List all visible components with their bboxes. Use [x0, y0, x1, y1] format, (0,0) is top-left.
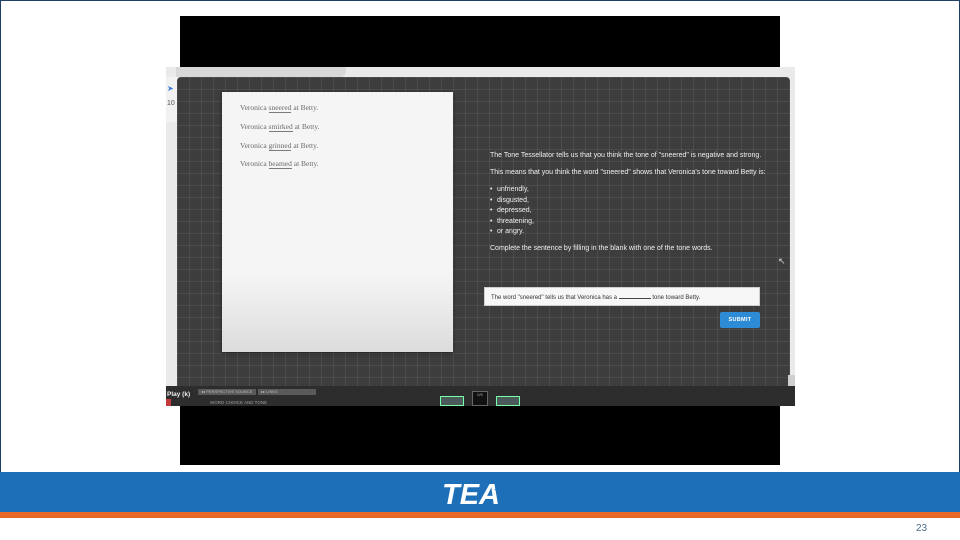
mouse-cursor-icon: ↖ [778, 256, 786, 266]
tone-item: or angry. [490, 227, 770, 238]
prompt-paragraph-1: The Tone Tessellator tells us that you t… [490, 152, 762, 159]
lesson-title: WORD CHOICE AND TONE [210, 400, 268, 405]
record-indicator-icon [166, 399, 171, 406]
tea-logo-text: TEA [442, 479, 500, 508]
prompt-area: The Tone Tessellator tells us that you t… [490, 151, 770, 261]
answer-sentence-box: The word "sneered" tells us that Veronic… [484, 287, 760, 306]
play-button[interactable]: Play (k) [167, 391, 190, 398]
prompt-paragraph-3: Complete the sentence by filling in the … [490, 244, 713, 252]
passage-verb[interactable]: smirked [268, 122, 293, 132]
passage-line: Veronica beamed at Betty. [240, 159, 319, 169]
tone-item: disgusted, [490, 196, 770, 207]
answer-sentence: The word "sneered" tells us that Veronic… [491, 293, 701, 301]
left-toolbar-number: 10 [167, 100, 175, 107]
tone-item: depressed, [490, 206, 770, 217]
passage-line: Veronica smirked at Betty. [240, 122, 320, 132]
page-number: 23 [916, 523, 928, 534]
app-top-tab [176, 67, 346, 77]
tab-links[interactable]: ▸▸ LINKS [258, 389, 316, 395]
passage-line: Veronica grinned at Betty. [240, 141, 319, 151]
tab-perspective-source[interactable]: ◂◂ PERSPECTIVE SOURCE [198, 389, 256, 395]
passage-page: Veronica sneered at Betty. Veronica smir… [222, 92, 453, 352]
prompt-paragraph-2: This means that you think the word "snee… [490, 169, 766, 176]
submit-button[interactable]: SUBMIT [720, 312, 760, 328]
footer-base [0, 518, 960, 540]
passage-line: Veronica sneered at Betty. [240, 103, 319, 113]
passage-verb[interactable]: beamed [268, 159, 292, 169]
thumbnail[interactable] [496, 396, 520, 406]
tea-logo: TEA [442, 479, 514, 508]
answer-blank-input[interactable] [618, 293, 651, 299]
tone-item: unfriendly, [490, 185, 770, 196]
passage-verb[interactable]: sneered [268, 103, 292, 113]
tone-item: threatening, [490, 217, 770, 228]
thumbnail[interactable] [440, 396, 464, 406]
tone-list: unfriendly, disgusted, depressed, threat… [490, 185, 770, 238]
progress-counter: 0/5 [472, 391, 488, 406]
arrow-icon[interactable]: ➤ [167, 84, 174, 93]
passage-verb[interactable]: grinned [268, 141, 292, 151]
